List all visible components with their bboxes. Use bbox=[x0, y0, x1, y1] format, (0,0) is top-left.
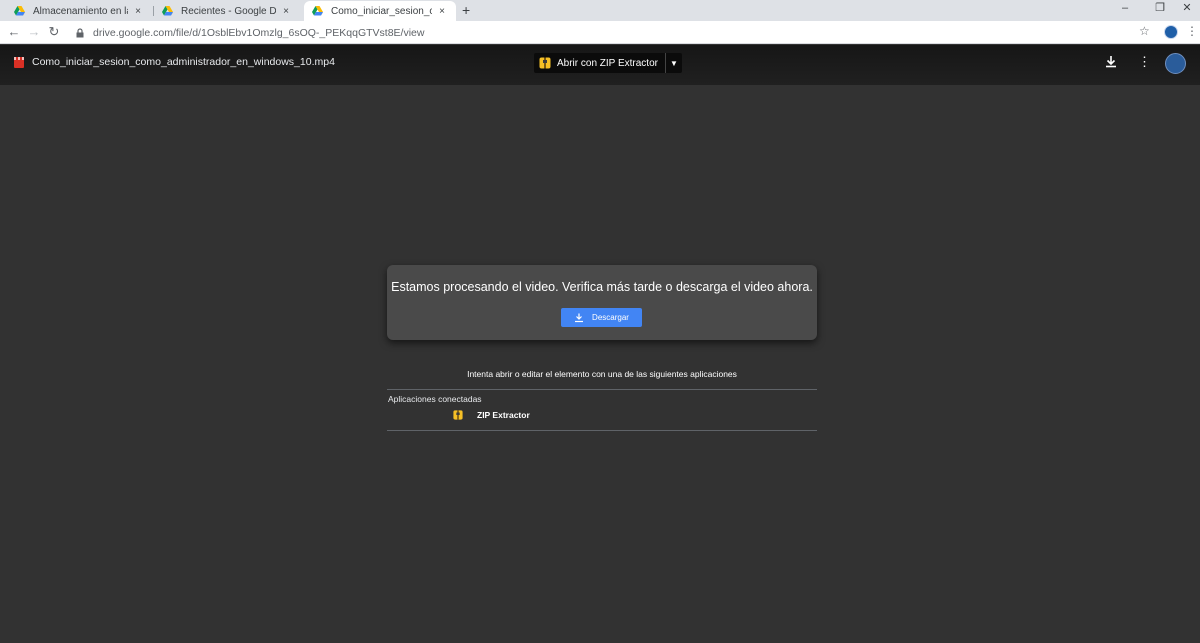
app-name: ZIP Extractor bbox=[477, 410, 530, 420]
google-drive-icon bbox=[312, 6, 323, 16]
forward-button[interactable]: → bbox=[26, 24, 42, 40]
close-tab-icon[interactable]: × bbox=[132, 6, 144, 17]
apps-hint: Intenta abrir o editar el elemento con u… bbox=[467, 369, 737, 379]
close-tab-icon[interactable]: × bbox=[436, 6, 448, 17]
processing-message: Estamos procesando el video. Verifica má… bbox=[391, 280, 813, 294]
tab-almacenamiento[interactable]: Almacenamiento en la nube para × bbox=[6, 1, 152, 21]
viewer-header: Como_iniciar_sesion_como_administrador_e… bbox=[0, 45, 1200, 85]
address-bar[interactable]: drive.google.com/file/d/1OsblEbv1Omzlg_6… bbox=[68, 23, 1158, 42]
download-icon[interactable] bbox=[1104, 55, 1118, 69]
google-drive-icon bbox=[14, 6, 25, 16]
app-item-zip-extractor[interactable]: ZIP Extractor bbox=[453, 409, 530, 421]
reload-button[interactable]: ↻ bbox=[46, 24, 62, 40]
divider bbox=[387, 389, 817, 390]
minimize-button[interactable]: – bbox=[1110, 0, 1140, 18]
zip-extractor-icon bbox=[539, 57, 551, 69]
url-text: drive.google.com/file/d/1OsblEbv1Omzlg_6… bbox=[93, 26, 425, 39]
tab-title: Almacenamiento en la nube para bbox=[33, 5, 128, 17]
video-file-icon bbox=[14, 57, 24, 68]
file-name: Como_iniciar_sesion_como_administrador_e… bbox=[32, 56, 335, 68]
divider bbox=[387, 430, 817, 431]
download-button-label: Descargar bbox=[592, 313, 629, 322]
open-with-zip-extractor[interactable]: Abrir con ZIP Extractor bbox=[534, 53, 666, 73]
tab-title: Recientes - Google Drive bbox=[181, 5, 276, 17]
tab-recientes[interactable]: Recientes - Google Drive × bbox=[154, 1, 300, 21]
account-avatar[interactable] bbox=[1165, 53, 1186, 74]
maximize-button[interactable]: ❐ bbox=[1145, 0, 1175, 18]
processing-message-card: Estamos procesando el video. Verifica má… bbox=[387, 265, 817, 340]
tab-strip: Almacenamiento en la nube para × Recient… bbox=[0, 0, 1200, 21]
new-tab-button[interactable]: + bbox=[462, 3, 470, 17]
lock-icon bbox=[76, 27, 84, 37]
tab-title: Como_iniciar_sesion_como_admi bbox=[331, 5, 432, 17]
download-icon bbox=[575, 313, 584, 322]
tab-current-video[interactable]: Como_iniciar_sesion_como_admi × bbox=[304, 1, 456, 21]
browser-toolbar: ← → ↻ drive.google.com/file/d/1OsblEbv1O… bbox=[0, 21, 1200, 44]
open-with-button[interactable]: Abrir con ZIP Extractor ▼ bbox=[534, 53, 682, 73]
open-with-dropdown-icon[interactable]: ▼ bbox=[666, 53, 682, 73]
more-options-icon[interactable]: ⋮ bbox=[1138, 55, 1151, 69]
back-button[interactable]: ← bbox=[6, 24, 22, 40]
chrome-profile-avatar[interactable] bbox=[1164, 25, 1178, 39]
open-with-label: Abrir con ZIP Extractor bbox=[557, 57, 658, 69]
connected-apps-label: Aplicaciones conectadas bbox=[388, 394, 482, 404]
close-tab-icon[interactable]: × bbox=[280, 6, 292, 17]
zip-extractor-icon bbox=[453, 410, 463, 420]
google-drive-icon bbox=[162, 6, 173, 16]
chrome-menu-icon[interactable]: ⋮ bbox=[1186, 24, 1198, 38]
download-button[interactable]: Descargar bbox=[561, 308, 642, 327]
bookmark-star-icon[interactable]: ☆ bbox=[1139, 24, 1150, 38]
window-close-button[interactable]: ✕ bbox=[1172, 0, 1200, 18]
